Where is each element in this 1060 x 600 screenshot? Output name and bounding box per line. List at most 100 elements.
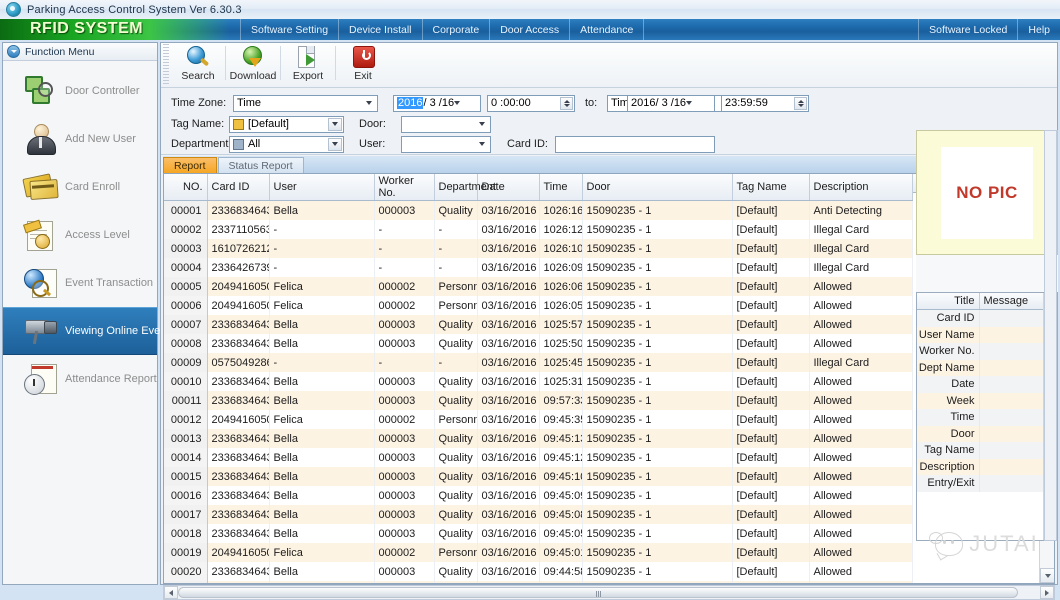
- menu-item-software-locked[interactable]: Software Locked: [918, 19, 1017, 40]
- from-time-stepper[interactable]: [560, 96, 573, 110]
- sidebar-item-card-enroll[interactable]: Card Enroll: [3, 163, 157, 211]
- table-cell: 2336426739: [207, 258, 270, 277]
- department-select[interactable]: All: [229, 135, 344, 153]
- col-description[interactable]: Description: [809, 174, 913, 201]
- right-panel-scrollbar[interactable]: [1044, 130, 1057, 541]
- menu-item-attendance[interactable]: Attendance: [570, 19, 645, 40]
- calendar-chevron-icon[interactable]: [454, 101, 461, 105]
- search-icon: [185, 45, 211, 69]
- col-no[interactable]: NO.: [164, 174, 208, 201]
- table-cell: [Default]: [732, 562, 810, 581]
- table-row[interactable]: 00002 2337110563- - -03/16/2016 1026:12 15090…: [164, 220, 913, 239]
- table-row[interactable]: 00018 2336834643 Bella 000003 Quality 03/16/2…: [164, 524, 913, 543]
- user-select[interactable]: [401, 135, 491, 153]
- scroll-left-arrow-icon[interactable]: [164, 586, 178, 599]
- table-row[interactable]: 00015 2336834643 Bella 000003 Quality 03/16/2…: [164, 467, 913, 486]
- table-row[interactable]: 00007 2336834643 Bella 000003 Quality 03/16/2…: [164, 315, 913, 334]
- menu-item-device-install[interactable]: Device Install: [339, 19, 423, 40]
- detail-col-message[interactable]: Message: [979, 293, 1044, 310]
- sidebar-item-event-transaction[interactable]: Event Transaction: [3, 259, 157, 307]
- table-row[interactable]: 000212049416050Felica000002Personnel03/1…: [164, 581, 913, 583]
- table-cell: 03/16/2016: [477, 258, 540, 277]
- table-cell: 09:45:12: [539, 448, 583, 467]
- scroll-down-arrow-icon[interactable]: [1040, 568, 1054, 583]
- table-row[interactable]: 00016 2336834643 Bella 000003 Quality 03/16/2…: [164, 486, 913, 505]
- table-cell: 03/16/2016: [477, 277, 540, 296]
- detail-row[interactable]: Card ID: [917, 309, 1043, 327]
- table-cell: Quality: [434, 524, 478, 543]
- detail-col-title[interactable]: Title: [917, 293, 980, 310]
- table-cell: 1026:16: [539, 200, 583, 220]
- table-cell: 03/16/2016: [477, 200, 540, 220]
- table-horizontal-scrollbar[interactable]: [163, 585, 1055, 600]
- sidebar-item-attendance-report[interactable]: Attendance Report: [3, 355, 157, 403]
- from-time-field[interactable]: 0 :00:00: [487, 94, 575, 112]
- table-cell: 03/16/2016: [477, 486, 540, 505]
- sidebar-item-door-controller[interactable]: Door Controller: [3, 67, 157, 115]
- table-row[interactable]: 00008 2336834643 Bella 000003 Quality 03/16/2…: [164, 334, 913, 353]
- table-row[interactable]: 00014 2336834643 Bella 000003 Quality 03/16/2…: [164, 448, 913, 467]
- detail-row[interactable]: Date: [917, 376, 1043, 393]
- to-date-field[interactable]: 2016/ 3 /16: [627, 94, 715, 112]
- table-row[interactable]: 00010 2336834643 Bella 000003 Quality 03/16/2…: [164, 372, 913, 391]
- to-time-field[interactable]: 23:59:59: [721, 94, 809, 112]
- tab-report[interactable]: Report: [163, 157, 217, 173]
- calendar-chevron-icon[interactable]: [686, 101, 693, 105]
- door-select[interactable]: [401, 115, 491, 133]
- table-row[interactable]: 000122049416050Felica000002Personnel03/1…: [164, 410, 913, 429]
- menu-item-help[interactable]: Help: [1017, 19, 1060, 40]
- event-table-grid: NO. Card ID User Worker No. Department D…: [164, 174, 913, 583]
- detail-row[interactable]: Entry/Exit: [917, 475, 1043, 492]
- table-row[interactable]: 00004 2336426739- - -03/16/2016 1026:09 15090…: [164, 258, 913, 277]
- toolbar-grip[interactable]: [163, 44, 169, 84]
- table-cell: 00001: [164, 200, 208, 220]
- detail-row[interactable]: Door: [917, 425, 1043, 442]
- table-row[interactable]: 00009 0575049286- - -03/16/2016 1025:45 15090…: [164, 353, 913, 372]
- detail-row[interactable]: Description: [917, 458, 1043, 475]
- table-row[interactable]: 00017 2336834643 Bella 000003 Quality 03/16/2…: [164, 505, 913, 524]
- table-row[interactable]: 00003 1610726212- - -03/16/2016 1026:10 15090…: [164, 239, 913, 258]
- col-user[interactable]: User: [269, 174, 375, 201]
- from-date-field[interactable]: 2016/ 3 /16: [393, 94, 481, 112]
- col-date[interactable]: Date: [477, 174, 540, 201]
- detail-row[interactable]: Tag Name: [917, 442, 1043, 459]
- detail-row[interactable]: Week: [917, 392, 1043, 409]
- tab-status-report[interactable]: Status Report: [217, 157, 304, 173]
- col-card-id[interactable]: Card ID: [207, 174, 270, 201]
- detail-row[interactable]: Time: [917, 409, 1043, 426]
- table-row[interactable]: 00020 2336834643 Bella 000003 Quality 03/16/2…: [164, 562, 913, 581]
- tag-name-select[interactable]: [Default]: [229, 115, 344, 133]
- horizontal-scroll-thumb[interactable]: [178, 587, 1018, 598]
- download-button[interactable]: Download: [226, 43, 280, 86]
- menu-item-corporate[interactable]: Corporate: [423, 19, 491, 40]
- table-row[interactable]: 00013 2336834643 Bella 000003 Quality 03/16/2…: [164, 429, 913, 448]
- col-worker-no[interactable]: Worker No.: [374, 174, 435, 201]
- table-cell: Quality: [434, 448, 478, 467]
- sidebar-item-access-level[interactable]: Access Level: [3, 211, 157, 259]
- table-row[interactable]: 000052049416050Felica000002Personnel03/1…: [164, 277, 913, 296]
- table-row[interactable]: 000062049416050Felica000002Personnel03/1…: [164, 296, 913, 315]
- table-row[interactable]: 000192049416050Felica000002Personnel03/1…: [164, 543, 913, 562]
- search-button[interactable]: Search: [171, 43, 225, 86]
- table-cell: 15090235 - 1: [582, 429, 733, 448]
- function-menu-header[interactable]: Function Menu: [3, 43, 157, 61]
- export-button[interactable]: Export: [281, 43, 335, 86]
- time-zone-select[interactable]: Time: [233, 94, 378, 112]
- menu-item-door-access[interactable]: Door Access: [490, 19, 571, 40]
- sidebar-item-add-new-user[interactable]: Add New User: [3, 115, 157, 163]
- detail-row[interactable]: User Name: [917, 326, 1043, 343]
- exit-button[interactable]: Exit: [336, 43, 390, 86]
- detail-row[interactable]: Dept Name: [917, 359, 1043, 376]
- col-time[interactable]: Time: [539, 174, 583, 201]
- sidebar-item-viewing-online-event[interactable]: Viewing Online Event: [3, 307, 169, 355]
- col-department[interactable]: Department: [434, 174, 496, 201]
- scroll-right-arrow-icon[interactable]: [1040, 586, 1054, 599]
- table-row[interactable]: 00011 2336834643 Bella 000003 Quality 03/16/2…: [164, 391, 913, 410]
- card-id-input[interactable]: [555, 135, 715, 153]
- to-time-stepper[interactable]: [794, 96, 807, 110]
- table-row[interactable]: 00001 2336834643 Bella 000003 Quality 03/16/2…: [164, 200, 913, 220]
- col-door[interactable]: Door: [582, 174, 733, 201]
- detail-row[interactable]: Worker No.: [917, 343, 1043, 360]
- col-tag-name[interactable]: Tag Name: [732, 174, 810, 201]
- menu-item-software-setting[interactable]: Software Setting: [240, 19, 340, 40]
